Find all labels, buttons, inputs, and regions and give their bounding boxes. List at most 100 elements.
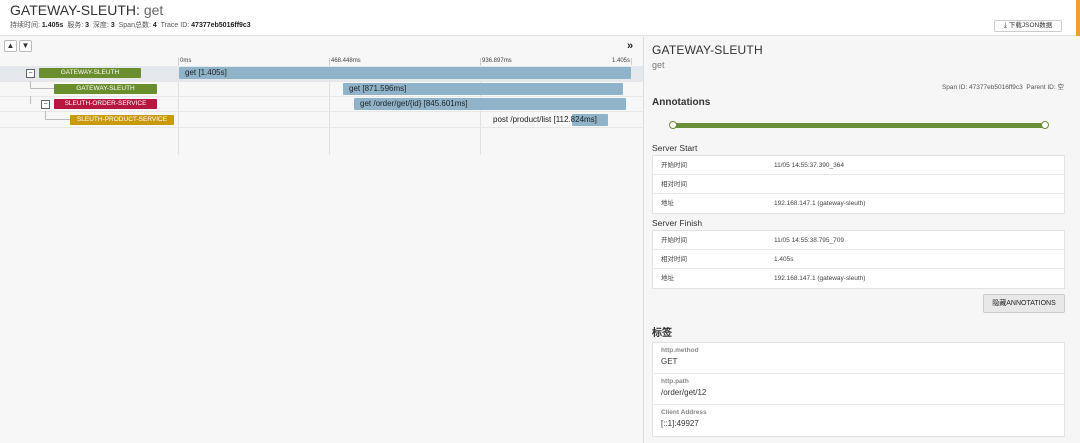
span-bar-label: get /order/get/{id} [845.601ms]	[360, 99, 468, 108]
row-value: 192.168.147.1 (gateway-sleuth)	[774, 275, 866, 282]
span-operation: get	[652, 60, 665, 70]
span-row[interactable]: − GATEWAY-SLEUTH get [1.405s]	[0, 66, 643, 81]
parent-id-label: Parent ID:	[1026, 84, 1056, 91]
tree-connector	[30, 88, 54, 89]
span-service-title: GATEWAY-SLEUTH	[652, 43, 763, 57]
row-key: 相对时间	[661, 256, 687, 263]
services-value: 3	[85, 22, 90, 29]
table-row: 地址 192.168.147.1 (gateway-sleuth)	[653, 194, 1064, 213]
span-ids: Span ID: 47377eb5016ff9c3 Parent ID: 空	[942, 81, 1064, 91]
span-id-label: Span ID:	[941, 84, 968, 91]
server-start-table: 开始时间 11/05 14:55:37.390_364 相对时间 地址 192.16…	[652, 155, 1065, 214]
service-badge: SLEUTH-PRODUCT-SERVICE	[70, 115, 174, 125]
span-toggle[interactable]: −	[41, 100, 50, 109]
table-row: 相对时间 1.405s	[653, 250, 1064, 269]
row-value: 11/05 14:55:37.390_364	[774, 162, 845, 169]
row-key: 开始时间	[661, 237, 687, 244]
tags-table: http.method GET http.path/order/get/12 Cl…	[652, 342, 1065, 437]
span-row[interactable]: SLEUTH-PRODUCT-SERVICE post /product/lis…	[0, 111, 643, 126]
annotation-marker-end[interactable]	[1041, 121, 1049, 129]
ruler-tick-label: 1.405s	[612, 58, 631, 64]
tree-connector	[45, 119, 70, 120]
service-badge: SLEUTH-ORDER-SERVICE	[54, 99, 157, 109]
tags-heading: 标签	[652, 328, 672, 339]
tag-row: http.method GET	[653, 343, 1064, 374]
expand-all-button[interactable]: ▲	[4, 40, 17, 52]
row-key: 相对时间	[661, 181, 687, 188]
collapse-all-button[interactable]: ▼	[19, 40, 32, 52]
table-row: 地址 192.168.147.1 (gateway-sleuth)	[653, 269, 1064, 288]
tag-row: Client Address[::1]:49927	[653, 405, 1064, 436]
trace-id-value: 47377eb5016ff9c3	[191, 22, 251, 29]
ruler-tick-label: 0ms	[180, 58, 192, 64]
row-key: 地址	[661, 275, 674, 282]
download-json-label: 下载JSON数据	[1008, 22, 1053, 29]
ruler-tick	[178, 58, 179, 65]
tag-value: GET	[661, 357, 678, 366]
title-separator: :	[136, 2, 140, 18]
accent-bar	[1076, 0, 1080, 36]
tag-key: http.path	[661, 378, 689, 385]
trace-operation-name: get	[143, 2, 164, 18]
tag-key: http.method	[661, 347, 699, 354]
ruler-tick	[631, 58, 632, 65]
trace-summary: 持续时间: 1.405s 服务: 3 深度: 3 Span总数: 4 Trace…	[10, 20, 251, 30]
annotation-timeline	[672, 123, 1044, 128]
double-chevron-right-icon: »	[627, 40, 634, 52]
annotations-heading: Annotations	[652, 97, 711, 108]
parent-id-value: 空	[1057, 84, 1065, 91]
server-start-heading: Server Start	[652, 143, 698, 153]
chevron-up-icon: ▲	[6, 41, 15, 50]
annotation-marker-start[interactable]	[669, 121, 677, 129]
server-finish-heading: Server Finish	[652, 218, 703, 228]
table-row: 开始时间 11/05 14:55:38.795_709	[653, 231, 1064, 250]
span-count-label: Span总数:	[118, 22, 151, 29]
ruler-tick-label: 468.448ms	[331, 58, 361, 64]
depth-value: 3	[110, 22, 115, 29]
row-key: 地址	[661, 200, 674, 207]
ruler-tick	[329, 58, 330, 65]
service-badge: GATEWAY-SLEUTH	[54, 84, 157, 94]
header: GATEWAY-SLEUTH: get 持续时间: 1.405s 服务: 3 深…	[0, 0, 1080, 36]
ruler-tick-label: 936.897ms	[482, 58, 512, 64]
table-row: 相对时间	[653, 175, 1064, 194]
service-badge: GATEWAY-SLEUTH	[39, 68, 141, 78]
span-row[interactable]: GATEWAY-SLEUTH get [871.596ms]	[0, 81, 643, 96]
tree-connector	[30, 96, 31, 104]
chevron-down-icon: ▼	[21, 41, 30, 50]
services-label: 服务:	[67, 22, 84, 29]
row-value: 1.405s	[774, 256, 794, 263]
span-bar-label: get [871.596ms]	[349, 84, 407, 93]
download-icon: ⤓	[1003, 22, 1007, 29]
server-finish-table: 开始时间 11/05 14:55:38.795_709 相对时间 1.405s 地址…	[652, 230, 1065, 289]
download-json-button[interactable]: ⤓ 下载JSON数据	[994, 20, 1062, 32]
tag-row: http.path/order/get/12	[653, 374, 1064, 405]
row-value: 11/05 14:55:38.795_709	[774, 237, 845, 244]
page-title: GATEWAY-SLEUTH: get	[10, 2, 163, 19]
tag-value: [::1]:49927	[661, 419, 699, 428]
collapse-panel-button[interactable]: »	[627, 41, 633, 52]
duration-value: 1.405s	[41, 22, 64, 29]
row-value: 192.168.147.1 (gateway-sleuth)	[774, 200, 866, 207]
trace-id-label: Trace ID:	[160, 22, 190, 29]
trace-timeline-panel: ▲ ▼ » 0ms 468.448ms 936.897ms 1.405s − G…	[0, 37, 643, 443]
tag-key: Client Address	[661, 409, 707, 416]
span-toggle[interactable]: −	[26, 69, 35, 78]
trace-service-name: GATEWAY-SLEUTH	[10, 2, 137, 18]
span-id-value: 47377eb5016ff9c3	[969, 84, 1023, 91]
duration-label: 持续时间:	[10, 22, 40, 29]
span-row[interactable]: − SLEUTH-ORDER-SERVICE get /order/get/{i…	[0, 96, 643, 111]
span-bar[interactable]	[179, 67, 631, 79]
hide-annotations-button[interactable]: 隐藏ANNOTATIONS	[983, 294, 1065, 313]
row-divider	[0, 127, 643, 128]
depth-label: 深度:	[92, 22, 109, 29]
span-detail-panel: GATEWAY-SLEUTH get Span ID: 47377eb5016f…	[644, 37, 1080, 443]
span-count-value: 4	[152, 22, 157, 29]
time-ruler: 0ms 468.448ms 936.897ms 1.405s	[0, 55, 643, 65]
tag-value: /order/get/12	[661, 388, 707, 397]
row-key: 开始时间	[661, 162, 687, 169]
span-bar-label: post /product/list [112.824ms]	[493, 115, 597, 124]
span-bar-label: get [1.405s]	[185, 68, 227, 77]
table-row: 开始时间 11/05 14:55:37.390_364	[653, 156, 1064, 175]
ruler-tick	[480, 58, 481, 65]
